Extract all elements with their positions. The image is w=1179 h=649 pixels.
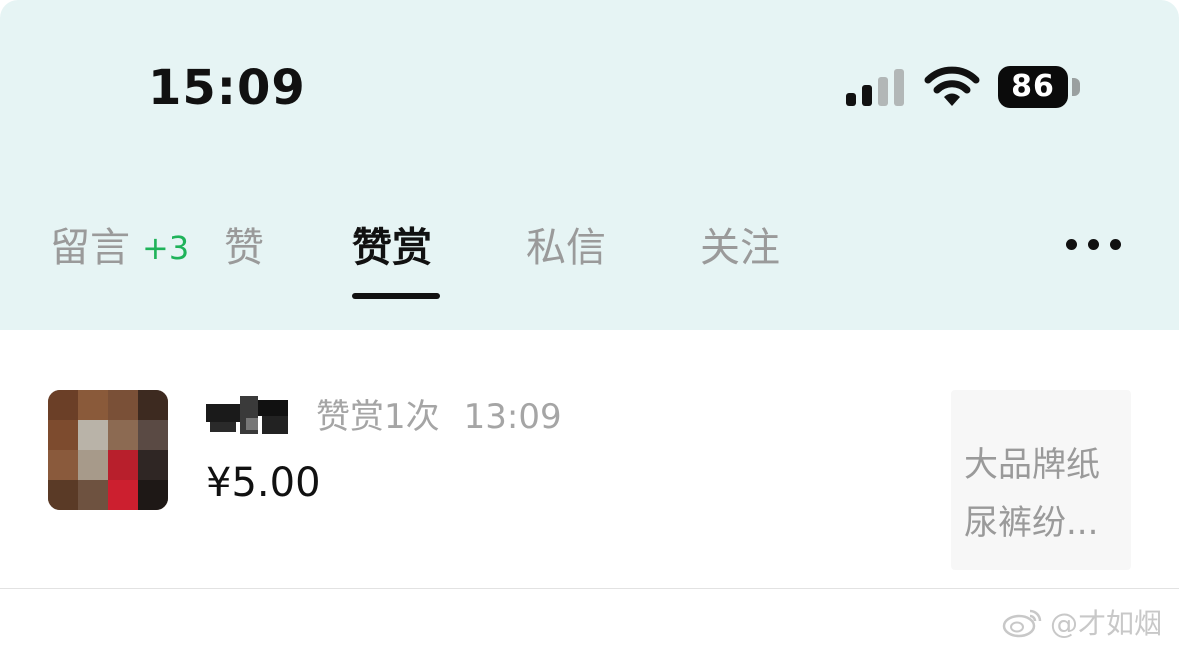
- reward-meta: 赞赏1次 13:09: [316, 394, 562, 440]
- more-horizontal-icon[interactable]: [1066, 238, 1122, 252]
- tab-messages[interactable]: 私信: [526, 220, 606, 276]
- signal-icon: [846, 69, 906, 106]
- header: 15:09 86 留言 +3 赞 赞赏 私信 关注: [0, 0, 1179, 330]
- tab-comments-badge: +3: [142, 229, 190, 267]
- watermark-text: @才如烟: [1050, 607, 1163, 640]
- active-tab-indicator: [352, 293, 440, 299]
- avatar[interactable]: [48, 390, 168, 510]
- username-redacted[interactable]: [206, 396, 292, 436]
- watermark: @才如烟: [1002, 600, 1162, 644]
- reward-amount: ¥5.00: [206, 460, 321, 506]
- battery-cap: [1072, 78, 1080, 96]
- status-time: 15:09: [148, 60, 306, 116]
- tab-likes[interactable]: 赞: [224, 220, 264, 276]
- tab-follows[interactable]: 关注: [700, 220, 780, 276]
- post-preview-line: 尿裤纷...: [964, 503, 1099, 543]
- post-preview-line: 大品牌纸: [964, 445, 1100, 485]
- weibo-icon: [1002, 609, 1042, 638]
- reward-time: 13:09: [463, 397, 562, 437]
- reward-count: 赞赏1次: [316, 397, 440, 437]
- battery-icon: 86: [998, 66, 1068, 108]
- tab-rewards[interactable]: 赞赏: [352, 220, 432, 276]
- tab-comments[interactable]: 留言: [50, 220, 130, 276]
- list-divider: [0, 588, 1179, 589]
- post-preview-thumbnail[interactable]: 大品牌纸 尿裤纷...: [951, 390, 1131, 570]
- wifi-icon: [924, 66, 980, 106]
